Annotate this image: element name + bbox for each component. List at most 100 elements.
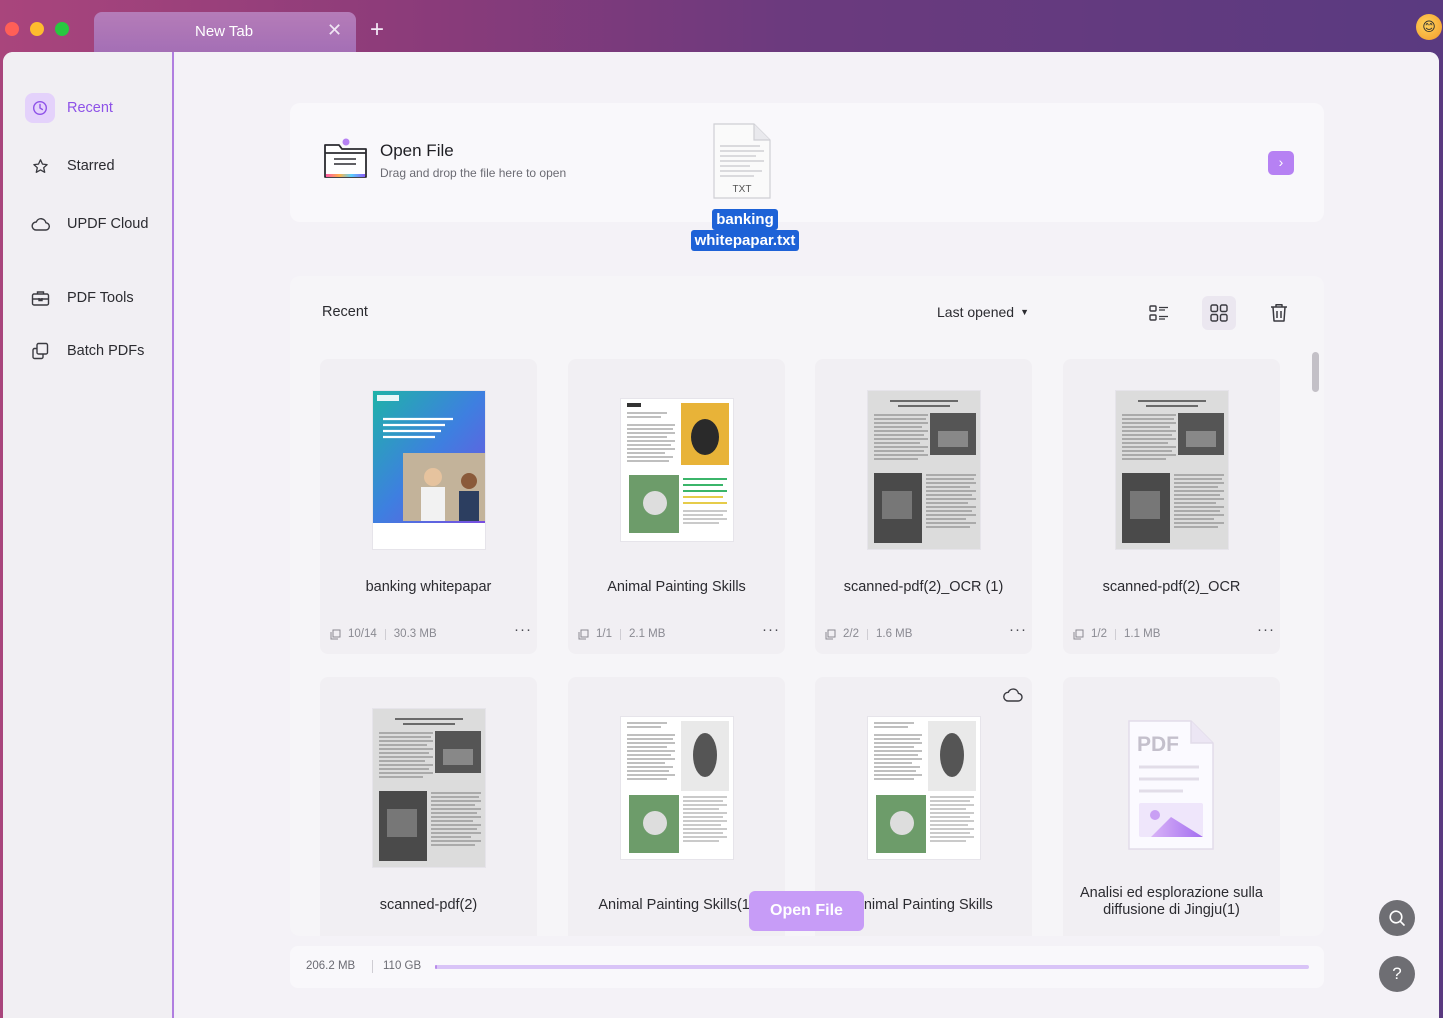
file-meta: 10/14 30.3 MB — [330, 628, 437, 640]
tab-close-icon[interactable]: ✕ — [327, 20, 342, 41]
open-file-subtitle: Drag and drop the file here to open — [380, 166, 567, 180]
browser-tab[interactable]: New Tab ✕ — [94, 12, 356, 52]
recent-heading: Recent — [322, 304, 368, 320]
minimize-window-button[interactable] — [30, 22, 44, 36]
search-button[interactable] — [1379, 900, 1415, 936]
open-file-dropzone[interactable]: Open File Drag and drop the file here to… — [290, 103, 1324, 222]
file-thumbnail — [1116, 391, 1228, 549]
trash-button[interactable] — [1262, 296, 1296, 330]
pages-icon — [330, 629, 341, 639]
dragged-file-name-line2: whitepapar.txt — [690, 230, 800, 251]
file-thumbnail — [621, 399, 733, 541]
open-file-title: Open File — [380, 141, 454, 160]
list-view-button[interactable] — [1142, 296, 1176, 330]
storage-total: 110 GB — [383, 960, 422, 972]
storage-used: 206.2 MB — [306, 960, 356, 972]
file-meta: 1/1 2.1 MB — [578, 628, 665, 640]
dragged-file-name-line1: banking — [712, 209, 778, 230]
toolbox-icon — [25, 283, 55, 313]
file-thumbnail — [373, 391, 485, 549]
file-extension: TXT — [733, 184, 752, 195]
new-tab-button[interactable]: + — [370, 16, 384, 44]
title-bar: New Tab ✕ + 😊 — [0, 0, 1443, 58]
file-size: 1.6 MB — [876, 628, 913, 640]
sidebar-item-batch-pdfs[interactable]: Batch PDFs — [25, 334, 144, 368]
star-icon — [25, 151, 55, 181]
storage-progress — [435, 965, 1309, 969]
tab-title: New Tab — [195, 23, 254, 40]
file-pages: 1/2 — [1091, 628, 1107, 640]
maximize-window-button[interactable] — [55, 22, 69, 36]
list-view-icon — [1149, 305, 1168, 321]
file-meta: 2/2 1.6 MB — [825, 628, 912, 640]
storage-progress-fill — [435, 965, 437, 969]
file-size: 2.1 MB — [629, 628, 666, 640]
file-name: scanned-pdf(2)_OCR (1) — [843, 579, 1004, 595]
pages-icon — [578, 629, 589, 639]
search-icon — [1389, 910, 1405, 926]
file-type-label: PDF — [1137, 733, 1179, 756]
more-options-icon[interactable]: ··· — [762, 621, 780, 638]
clock-icon — [25, 93, 55, 123]
file-card[interactable]: Animal Painting Skills 1/1 2.1 MB ··· — [568, 359, 785, 654]
grid-view-button[interactable] — [1202, 296, 1236, 330]
open-file-arrow-button[interactable]: › — [1268, 151, 1294, 175]
open-file-drop-button[interactable]: Open File — [749, 891, 864, 931]
file-pages: 10/14 — [348, 628, 377, 640]
file-card[interactable]: PDF Analisi ed esplorazione sulla diffus… — [1063, 677, 1280, 936]
sidebar-item-updf-cloud[interactable]: UPDF Cloud — [25, 207, 148, 241]
app-window: Recent Starred UPDF Cloud PDF Tools Batc… — [3, 52, 1439, 1018]
file-card[interactable]: scanned-pdf(2)_OCR 1/2 1.1 MB ··· — [1063, 359, 1280, 654]
sidebar-item-label: PDF Tools — [67, 290, 134, 306]
file-meta: 1/2 1.1 MB — [1073, 628, 1160, 640]
more-options-icon[interactable]: ··· — [1257, 621, 1275, 638]
sidebar: Recent Starred UPDF Cloud PDF Tools Batc… — [3, 52, 174, 1018]
file-card[interactable]: scanned-pdf(2)_OCR (1) 2/2 1.6 MB ··· — [815, 359, 1032, 654]
batch-icon — [25, 336, 55, 366]
sidebar-item-starred[interactable]: Starred — [25, 149, 115, 183]
file-name: banking whitepapar — [365, 579, 492, 595]
file-name: scanned-pdf(2)_OCR — [1102, 579, 1241, 595]
sidebar-item-label: Batch PDFs — [67, 343, 145, 359]
file-size: 1.1 MB — [1124, 628, 1161, 640]
pages-icon — [1073, 629, 1084, 639]
pdf-file-icon: PDF — [1125, 719, 1217, 853]
txt-file-icon: TXT — [713, 123, 771, 199]
sort-dropdown[interactable]: Last opened ▼ — [937, 304, 1029, 320]
file-thumbnail — [373, 709, 485, 867]
sort-label: Last opened — [937, 304, 1015, 320]
user-avatar[interactable]: 😊 — [1416, 14, 1442, 40]
recent-panel: Recent Last opened ▼ banking whitepapar … — [290, 276, 1324, 936]
storage-bar: 206.2 MB 110 GB — [290, 946, 1324, 988]
file-name: Analisi ed esplorazione sulla diffusione… — [1080, 885, 1263, 918]
cloud-icon — [25, 209, 55, 239]
more-options-icon[interactable]: ··· — [514, 621, 532, 638]
scrollbar[interactable] — [1312, 352, 1319, 392]
file-thumbnail — [868, 391, 980, 549]
file-card[interactable]: banking whitepapar 10/14 30.3 MB ··· — [320, 359, 537, 654]
file-card[interactable]: scanned-pdf(2) — [320, 677, 537, 936]
file-pages: 1/1 — [596, 628, 612, 640]
sidebar-item-label: Starred — [67, 158, 115, 174]
more-options-icon[interactable]: ··· — [1009, 621, 1027, 638]
help-button[interactable]: ? — [1379, 956, 1415, 992]
file-name: scanned-pdf(2) — [379, 897, 478, 913]
file-thumbnail — [868, 717, 980, 859]
close-window-button[interactable] — [5, 22, 19, 36]
cloud-sync-icon — [1003, 687, 1023, 708]
dragged-file-name: banking whitepapar.txt — [685, 209, 805, 251]
file-pages: 2/2 — [843, 628, 859, 640]
sidebar-item-recent[interactable]: Recent — [25, 91, 113, 125]
file-thumbnail — [621, 717, 733, 859]
grid-view-icon — [1210, 304, 1228, 322]
folder-icon — [322, 137, 370, 186]
file-size: 30.3 MB — [393, 628, 437, 640]
sidebar-item-label: Recent — [67, 100, 113, 116]
file-name: Animal Painting Skills — [607, 579, 746, 595]
main-content: Open File Drag and drop the file here to… — [176, 52, 1439, 1018]
sidebar-item-pdf-tools[interactable]: PDF Tools — [25, 281, 134, 315]
sidebar-item-label: UPDF Cloud — [67, 216, 149, 232]
caret-down-icon: ▼ — [1020, 307, 1029, 317]
trash-icon — [1271, 304, 1287, 322]
pages-icon — [825, 629, 836, 639]
